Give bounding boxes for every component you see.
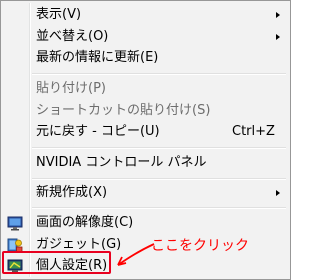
menu-item-new-label: 新規作成(X) <box>36 185 108 200</box>
menu-item-undo-shortcut: Ctrl+Z <box>232 124 275 139</box>
callout-label: ここをクリック <box>151 238 249 254</box>
menu-separator <box>32 178 286 180</box>
menu-item-refresh[interactable]: 最新の情報に更新(E) <box>3 47 288 69</box>
menu-separator <box>32 207 286 209</box>
menu-item-refresh-label: 最新の情報に更新(E) <box>36 50 159 65</box>
submenu-arrow-icon <box>276 34 280 40</box>
menu-item-screen-resolution[interactable]: 画面の解像度(C) <box>3 212 288 234</box>
highlight-box <box>2 251 111 274</box>
menu-item-view[interactable]: 表示(V) <box>3 4 288 26</box>
menu-item-paste-label: 貼り付け(P) <box>36 81 106 96</box>
menu-item-view-label: 表示(V) <box>36 7 82 22</box>
menu-item-paste-shortcut-label: ショートカットの貼り付け(S) <box>36 103 211 118</box>
menu-item-sort-label: 並べ替え(O) <box>36 29 109 44</box>
menu-separator <box>32 73 286 75</box>
menu-item-sort[interactable]: 並べ替え(O) <box>3 26 288 48</box>
submenu-arrow-icon <box>276 12 280 18</box>
menu-item-new[interactable]: 新規作成(X) <box>3 182 288 204</box>
menu-item-screen-resolution-label: 画面の解像度(C) <box>36 215 134 230</box>
menu-item-nvidia-label: NVIDIA コントロール パネル <box>36 155 207 170</box>
menu-item-paste: 貼り付け(P) <box>3 78 288 100</box>
submenu-arrow-icon <box>276 190 280 196</box>
menu-separator <box>32 147 286 149</box>
monitor-icon <box>7 216 23 231</box>
menu-item-undo[interactable]: 元に戻す - コピー(U) Ctrl+Z <box>3 121 288 143</box>
menu-item-nvidia[interactable]: NVIDIA コントロール パネル <box>3 152 288 174</box>
menu-item-paste-shortcut: ショートカットの貼り付け(S) <box>3 100 288 122</box>
menu-item-undo-label: 元に戻す - コピー(U) <box>36 124 160 139</box>
desktop-context-menu-screenshot: 表示(V) 並べ替え(O) 最新の情報に更新(E) 貼り付け(P) ショートカッ… <box>0 0 291 280</box>
